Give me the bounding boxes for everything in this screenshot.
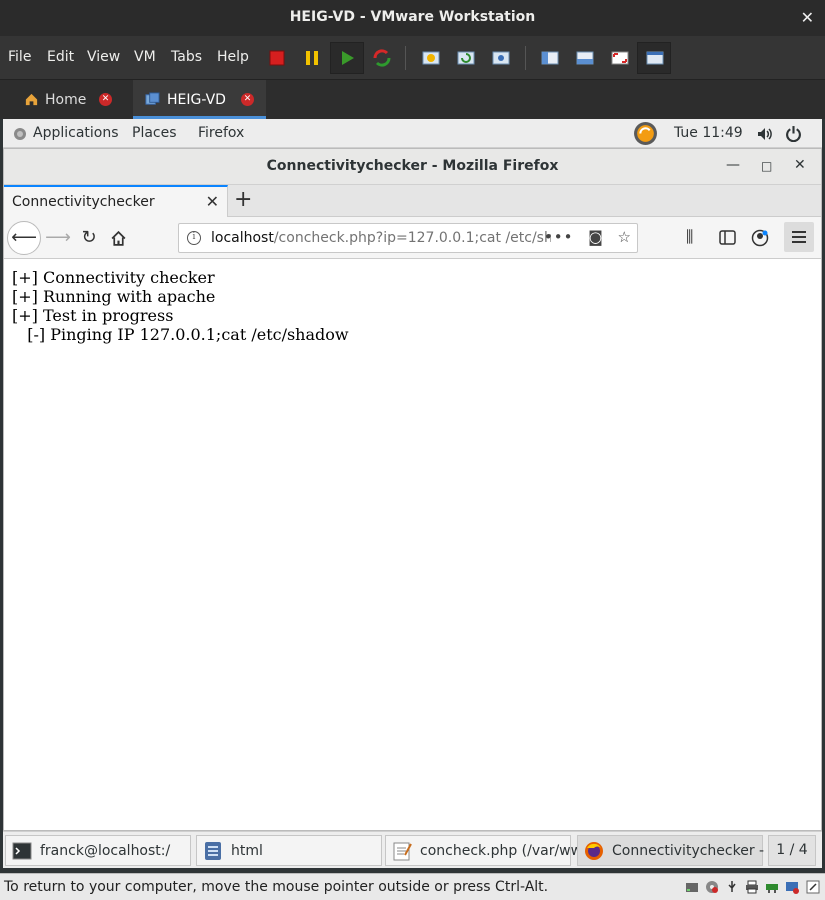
pocket-icon[interactable]: ◙ <box>588 228 603 246</box>
firefox-nav-bar: ⟵ ⟶ ↻ i localhost/concheck.php?ip=127.0.… <box>4 217 821 259</box>
url-bar[interactable]: i localhost/concheck.php?ip=127.0.0.1;ca… <box>178 223 638 253</box>
firefox-icon <box>585 842 603 860</box>
url-host: localhost <box>211 230 274 246</box>
task-label: franck@localhost:/ <box>40 843 171 859</box>
show-library-icon[interactable] <box>539 47 561 69</box>
status-message: To return to your computer, move the mou… <box>4 879 549 895</box>
task-text-editor[interactable]: concheck.php (/var/ww... <box>385 835 594 866</box>
firefox-tab[interactable]: Connectivitychecker ✕ <box>4 185 228 217</box>
reload-button[interactable]: ↻ <box>75 224 103 252</box>
task-label: html <box>231 843 263 859</box>
terminal-icon <box>12 842 32 860</box>
vmware-status-bar: To return to your computer, move the mou… <box>0 873 825 900</box>
page-content: [+] Connectivity checker [+] Running wit… <box>4 260 821 830</box>
printer-icon[interactable] <box>745 880 759 894</box>
tab-home[interactable]: Home ✕ <box>14 80 124 119</box>
vmware-tab-bar: Home ✕ HEIG-VD ✕ <box>0 80 825 119</box>
power-off-icon[interactable] <box>266 47 288 69</box>
display-icon[interactable] <box>785 880 799 894</box>
cd-rom-icon[interactable] <box>705 880 719 894</box>
menu-file[interactable]: File <box>8 49 31 65</box>
task-label: concheck.php (/var/ww... <box>420 843 595 859</box>
revert-snapshot-icon[interactable] <box>455 47 477 69</box>
message-log-icon[interactable] <box>806 880 820 894</box>
account-icon[interactable] <box>751 229 769 247</box>
power-on-icon[interactable] <box>336 47 358 69</box>
firefox-window-title: Connectivitychecker - Mozilla Firefox <box>266 158 559 174</box>
snapshot-icon[interactable] <box>420 47 442 69</box>
reset-icon[interactable] <box>371 47 393 69</box>
thumbnail-bar-icon[interactable] <box>574 47 596 69</box>
hamburger-menu-icon <box>792 231 806 243</box>
firefox-window: Connectivitychecker - Mozilla Firefox — … <box>3 148 822 831</box>
volume-icon[interactable] <box>756 126 772 142</box>
applications-icon <box>14 128 26 140</box>
tab-heig-vd[interactable]: HEIG-VD ✕ <box>133 80 266 119</box>
gnome-top-bar: Applications Places Firefox Tue 11:49 <box>3 119 822 148</box>
new-tab-button[interactable]: + <box>234 187 252 212</box>
tab-close-icon[interactable]: ✕ <box>206 192 219 211</box>
close-button[interactable]: ✕ <box>794 157 806 173</box>
firefox-titlebar: Connectivitychecker - Mozilla Firefox — … <box>4 149 821 185</box>
home-button-icon[interactable] <box>110 230 127 247</box>
page-actions-icon[interactable]: ••• <box>544 228 574 246</box>
page-line: [-] Pinging IP 127.0.0.1;cat /etc/shadow <box>12 325 349 344</box>
workspace-pager[interactable]: 1 / 4 <box>768 835 816 866</box>
power-icon[interactable] <box>785 125 802 142</box>
hard-disk-icon[interactable] <box>685 880 699 894</box>
file-manager-icon <box>205 842 221 860</box>
menu-edit[interactable]: Edit <box>47 49 74 65</box>
menu-button[interactable] <box>784 222 814 252</box>
task-terminal[interactable]: franck@localhost:/ <box>5 835 191 866</box>
toolbar-separator <box>525 46 526 70</box>
tab-heig-vd-label: HEIG-VD <box>167 92 226 108</box>
gnome-firefox-menu[interactable]: Firefox <box>198 125 244 141</box>
network-adapter-icon[interactable] <box>765 880 779 894</box>
maximize-button[interactable]: □ <box>761 159 772 173</box>
library-icon[interactable]: ⫼ <box>686 227 693 247</box>
bookmark-star-icon[interactable]: ☆ <box>618 228 631 246</box>
updates-icon[interactable] <box>633 121 658 146</box>
task-file-manager[interactable]: html <box>196 835 382 866</box>
firefox-tab-bar: Connectivitychecker ✕ + <box>4 185 821 217</box>
page-line: [+] Test in progress <box>12 306 174 325</box>
text-editor-icon <box>393 842 412 861</box>
minimize-button[interactable]: — <box>726 157 740 173</box>
vmware-window-title: HEIG-VD - VMware Workstation <box>289 9 536 25</box>
vm-icon <box>145 92 160 105</box>
url-path: /concheck.php?ip=127.0.0.1;cat /etc/shad… <box>273 230 551 246</box>
menu-vm[interactable]: VM <box>134 49 156 65</box>
firefox-tab-title: Connectivitychecker <box>12 194 155 210</box>
menu-view[interactable]: View <box>87 49 120 65</box>
console-view-icon[interactable] <box>644 47 666 69</box>
page-line: [+] Running with apache <box>12 287 216 306</box>
suspend-icon[interactable] <box>301 47 323 69</box>
home-icon <box>25 93 38 106</box>
gnome-places-menu[interactable]: Places <box>132 125 177 141</box>
usb-icon[interactable] <box>725 880 739 894</box>
back-button[interactable]: ⟵ <box>7 221 41 255</box>
task-label: Connectivitychecker - ... <box>612 843 782 859</box>
forward-button[interactable]: ⟶ <box>44 224 72 252</box>
vmware-close-button[interactable]: ✕ <box>801 8 814 27</box>
task-firefox[interactable]: Connectivitychecker - ... <box>577 835 782 866</box>
toolbar-separator <box>405 46 406 70</box>
tab-home-close-icon[interactable]: ✕ <box>99 93 112 106</box>
gnome-applications-menu[interactable]: Applications <box>33 125 119 141</box>
gnome-taskbar: franck@localhost:/ html concheck.php (/v… <box>3 831 822 868</box>
tab-heig-vd-close-icon[interactable]: ✕ <box>241 93 254 106</box>
menu-help[interactable]: Help <box>217 49 249 65</box>
sidebar-icon[interactable] <box>719 230 736 245</box>
vmware-titlebar: HEIG-VD - VMware Workstation ✕ <box>0 0 825 36</box>
gnome-clock[interactable]: Tue 11:49 <box>674 125 743 141</box>
url-text[interactable]: localhost/concheck.php?ip=127.0.0.1;cat … <box>211 230 551 246</box>
full-screen-icon[interactable] <box>609 47 631 69</box>
url-actions: ••• ◙ ☆ <box>544 228 631 246</box>
tab-home-label: Home <box>45 92 87 108</box>
page-line: [+] Connectivity checker <box>12 268 215 287</box>
menu-tabs[interactable]: Tabs <box>171 49 202 65</box>
vmware-menubar: File Edit View VM Tabs Help <box>0 36 825 80</box>
snapshot-manager-icon[interactable] <box>490 47 512 69</box>
site-info-icon[interactable]: i <box>187 231 201 245</box>
